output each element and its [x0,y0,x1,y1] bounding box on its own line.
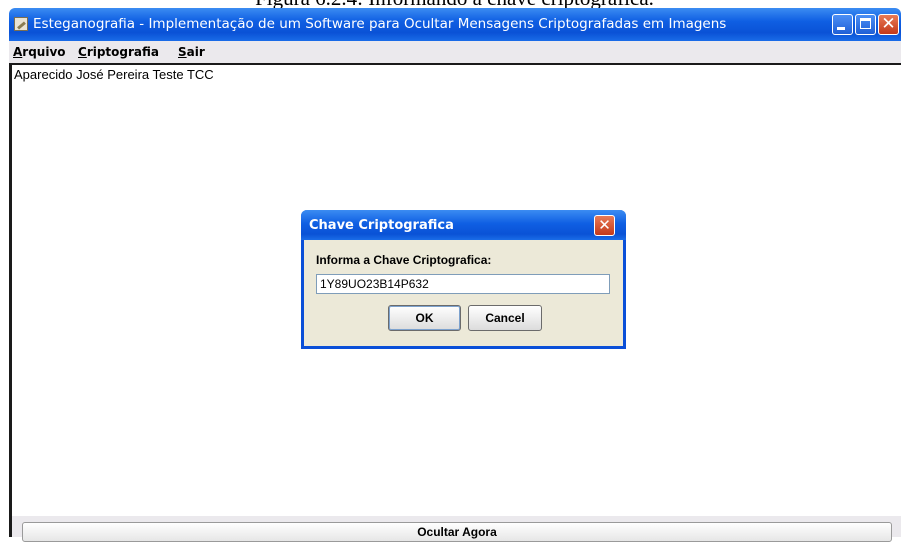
ok-button[interactable]: OK [388,305,461,331]
menu-sair-mnemonic: S [178,45,187,59]
menu-criptografia-mnemonic: C [78,45,87,59]
app-icon[interactable] [14,17,28,31]
cancel-button[interactable]: Cancel [468,305,542,331]
menu-bar: Arquivo Criptografia Sair [9,41,901,65]
maximize-icon [860,18,871,29]
key-dialog: Chave Criptografica ✕ Informa a Chave Cr… [301,210,626,349]
minimize-icon [837,27,845,30]
close-icon: ✕ [598,216,611,234]
window-titlebar[interactable]: Esteganografia - Implementação de um Sof… [9,8,901,41]
window-title: Esteganografia - Implementação de um Sof… [33,16,727,32]
key-input[interactable] [316,274,610,294]
menu-arquivo-label: rquivo [22,45,66,59]
figure-caption: Figura 6.2.4: Informando a chave criptog… [0,0,909,8]
bottom-bar: Ocultar Agora [9,516,901,542]
dialog-title: Chave Criptografica [309,218,454,233]
dialog-close-button[interactable]: ✕ [594,215,615,236]
key-label: Informa a Chave Criptografica: [316,253,492,267]
close-icon: ✕ [881,14,896,34]
figure-caption-text: Figura 6.2.4: Informando a chave criptog… [0,0,909,8]
maximize-button[interactable] [855,14,876,35]
menu-arquivo[interactable]: Arquivo [13,45,66,59]
ocultar-agora-button[interactable]: Ocultar Agora [22,522,892,542]
menu-criptografia[interactable]: Criptografia [78,45,159,59]
content-text: Aparecido José Pereira Teste TCC [14,67,214,82]
dialog-titlebar[interactable]: Chave Criptografica ✕ [301,210,626,240]
minimize-button[interactable] [832,14,853,35]
menu-sair-label: air [186,45,205,59]
menu-arquivo-mnemonic: A [13,45,23,59]
close-button[interactable]: ✕ [878,14,899,35]
menu-criptografia-label: riptografia [86,45,160,59]
menu-sair[interactable]: Sair [178,45,205,59]
